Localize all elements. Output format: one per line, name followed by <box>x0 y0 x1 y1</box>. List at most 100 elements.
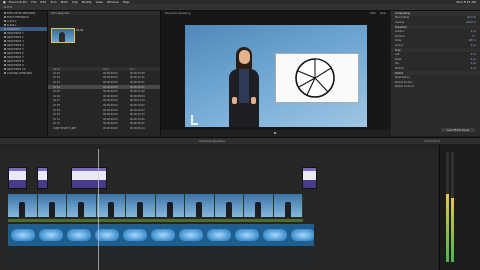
waveform-segment <box>263 229 287 241</box>
window-controls[interactable] <box>4 6 12 8</box>
inspector-label: Right <box>395 57 402 61</box>
title-clip[interactable] <box>8 167 27 189</box>
inspector-value[interactable]: 0 px <box>471 67 476 70</box>
toolbar <box>0 4 480 11</box>
inspector-value[interactable]: 0 px <box>471 58 476 61</box>
browser-filter[interactable]: Hide Rejected <box>48 11 160 15</box>
row-end: 00:00:08:04 <box>130 94 145 98</box>
event-label: B-ROLL <box>7 23 17 27</box>
viewer: Executive Speaking 56% View <box>161 11 390 136</box>
timeline-timecode: 00:00:19:14 <box>424 140 440 143</box>
event-icon <box>4 16 6 18</box>
inspector-value[interactable]: 100.0 % <box>466 21 476 24</box>
event-label: SEQUENCE 3 <box>7 39 24 43</box>
row-start: 00:00:00:00 <box>103 99 118 103</box>
title-clip[interactable] <box>71 167 107 189</box>
row-end: 00:00:09:22 <box>130 80 145 84</box>
event-icon <box>4 52 6 54</box>
browser-row[interactable]: CODE SELECT LINE 00:00:00:00 00:00:06:14 <box>48 126 160 131</box>
zoom-menu[interactable]: 56% <box>370 12 376 15</box>
inspector-value[interactable]: 100 % <box>468 39 476 42</box>
inspector-label: Scale <box>395 39 402 43</box>
viewer-header: Executive Speaking 56% View <box>161 11 390 15</box>
event-icon <box>4 12 6 14</box>
waveform-segment <box>291 229 314 241</box>
title-clip[interactable] <box>37 167 48 189</box>
event-icon <box>4 36 6 38</box>
waveform-segment <box>123 229 147 241</box>
event-label: SEQUENCE 8 <box>7 59 24 63</box>
inspector-value[interactable]: 0 px <box>471 44 476 47</box>
inspector-label: Opacity <box>395 20 405 24</box>
waveform-segment <box>67 229 91 241</box>
event-icon <box>4 32 6 34</box>
row-name: 01 01 <box>53 71 60 75</box>
event-label: SEQUENCE 6 <box>7 51 24 55</box>
row-end: 00:00:06:14 <box>130 126 145 130</box>
inspector-label: Position <box>395 30 405 34</box>
viewer-title: Executive Speaking <box>165 11 191 15</box>
row-name: 01 11 <box>53 117 60 121</box>
event-label: GRAPHICS <box>7 27 21 31</box>
row-start: 00:00:00:00 <box>103 76 118 80</box>
title-clip[interactable] <box>302 167 317 189</box>
audio-meters <box>439 144 480 270</box>
event-icon <box>4 68 6 70</box>
video-thumbnail <box>155 194 185 217</box>
primary-video-track[interactable] <box>8 194 303 217</box>
audio-meter-left <box>446 152 449 262</box>
event-label: SEQUENCE 5 <box>7 47 24 51</box>
inspector-value[interactable]: 0 px <box>471 62 476 65</box>
minimize-icon[interactable] <box>7 6 9 8</box>
video-thumbnail <box>8 194 38 217</box>
pie-chart-graphic <box>275 53 359 103</box>
logo-mark <box>191 115 198 125</box>
inspector-label: Left <box>395 53 400 57</box>
inspector-value[interactable]: 0 px <box>471 53 476 56</box>
row-start: 00:00:00:00 <box>103 108 118 112</box>
waveform-segment <box>179 229 203 241</box>
row-name: CODE SELECT LINE <box>53 126 76 130</box>
zoom-icon[interactable] <box>10 6 12 8</box>
row-start: 00:00:00:00 <box>103 113 118 117</box>
event-label: FIRST FEEDBACK <box>7 15 29 19</box>
row-start: 00:00:00:00 <box>103 117 118 121</box>
inspector-label: Spatial Conform <box>395 85 415 89</box>
row-end: 00:00:11:16 <box>130 90 145 94</box>
row-name: 01 05 <box>53 90 60 94</box>
inspector-value[interactable]: 0 px <box>471 30 476 33</box>
inspector-label: Rolling Shutter <box>395 80 413 84</box>
event-icon <box>4 44 6 46</box>
close-icon[interactable] <box>4 6 6 8</box>
clip-thumbnail[interactable] <box>51 28 75 43</box>
libraries-sidebar: EXECUTIVE SPEAKING FIRST FEEDBACK A-ROLL B-… <box>0 11 48 136</box>
inspector-label: Transform <box>395 25 407 29</box>
video-frame[interactable] <box>185 25 367 127</box>
inspector-value[interactable]: Normal <box>467 16 476 19</box>
inspector-label: Bottom <box>395 66 404 70</box>
timeline[interactable] <box>0 149 438 270</box>
row-name: 01 08 <box>53 103 60 107</box>
row-start: 00:00:00:00 <box>103 80 118 84</box>
inspector-row[interactable]: Spatial Conform <box>391 85 480 90</box>
view-menu[interactable]: View <box>380 12 386 15</box>
event-icon <box>4 20 6 22</box>
event-label: A-ROLL <box>7 19 17 23</box>
waveform-segment <box>151 229 175 241</box>
row-start: 00:00:00:00 <box>103 103 118 107</box>
video-thumbnail <box>244 194 274 217</box>
secondary-audio-track[interactable] <box>8 249 314 266</box>
inspector-rows: Compositing Blend Mode Normal Opacity 100.0 … <box>391 11 480 89</box>
inspector-value[interactable]: 0 ° <box>473 35 476 38</box>
playhead[interactable] <box>98 149 99 270</box>
play-icon[interactable] <box>274 132 277 134</box>
row-name: 01 06 <box>53 94 60 98</box>
library-event-item[interactable]: CLOSING REMARKS <box>0 71 47 75</box>
row-end: 00:00:13:05 <box>130 117 145 121</box>
event-icon <box>4 60 6 62</box>
row-end: 00:00:07:13 <box>130 113 145 117</box>
audio-meter-right <box>451 152 454 262</box>
event-icon <box>4 40 6 42</box>
audio-waveform-track[interactable] <box>8 224 314 246</box>
save-effects-preset-button[interactable]: Save Effects Preset <box>441 128 475 132</box>
